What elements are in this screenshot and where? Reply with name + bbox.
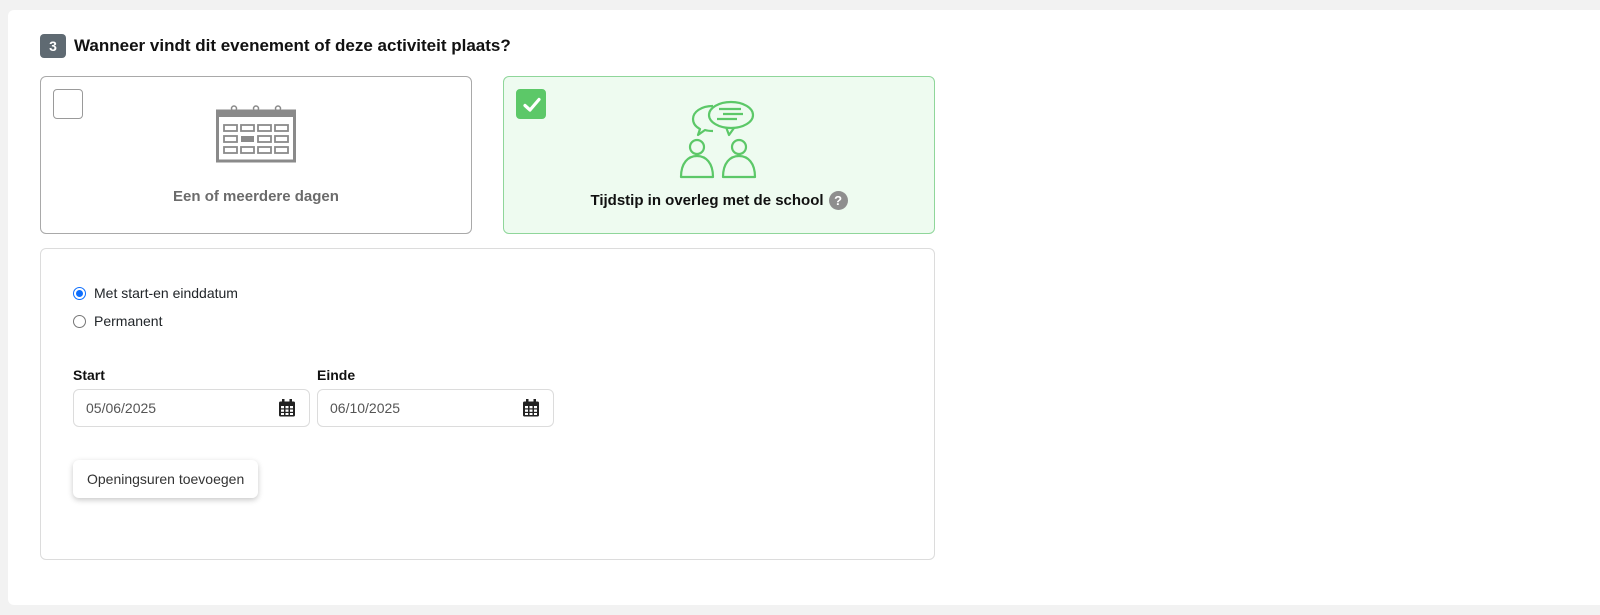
option-label-days: Een of meerdere dagen [173,188,339,205]
option-label-school: Tijdstip in overleg met de school ? [504,191,934,210]
start-date-input[interactable]: 05/06/2025 [73,389,269,427]
radio-button[interactable] [73,314,86,328]
radio-label-permanent: Permanent [94,313,163,329]
radio-button-selected[interactable] [73,286,86,300]
option-label-school-text: Tijdstip in overleg met de school [590,192,824,209]
question-text: Wanneer vindt dit evenement of deze acti… [74,36,511,55]
question-header: 3 Wanneer vindt dit evenement of deze ac… [40,34,511,58]
date-details-panel: Met start-en einddatum Permanent Start 0… [40,248,935,560]
radio-start-end[interactable]: Met start-en einddatum [73,285,238,301]
calendar-icon [278,399,295,417]
calendar-icon [216,105,296,168]
end-calendar-button[interactable] [508,389,554,427]
discussion-icon [677,97,761,184]
help-icon[interactable]: ? [828,191,848,210]
option-checkbox-days[interactable] [53,89,83,119]
end-label: Einde [317,367,356,383]
option-card-days[interactable]: Een of meerdere dagen [40,76,472,234]
radio-permanent[interactable]: Permanent [73,313,162,329]
form-panel: 3 Wanneer vindt dit evenement of deze ac… [8,10,1600,605]
checkmark-icon [523,97,541,112]
start-label: Start [73,367,105,383]
option-card-school[interactable]: Tijdstip in overleg met de school ? [503,76,935,234]
add-opening-hours-button[interactable]: Openingsuren toevoegen [73,460,259,498]
radio-label-start-end: Met start-en einddatum [94,285,238,301]
question-number-badge: 3 [40,34,66,58]
end-date-input[interactable]: 06/10/2025 [317,389,509,427]
option-checkbox-school[interactable] [516,89,546,119]
calendar-icon [522,399,539,417]
start-calendar-button[interactable] [264,389,310,427]
